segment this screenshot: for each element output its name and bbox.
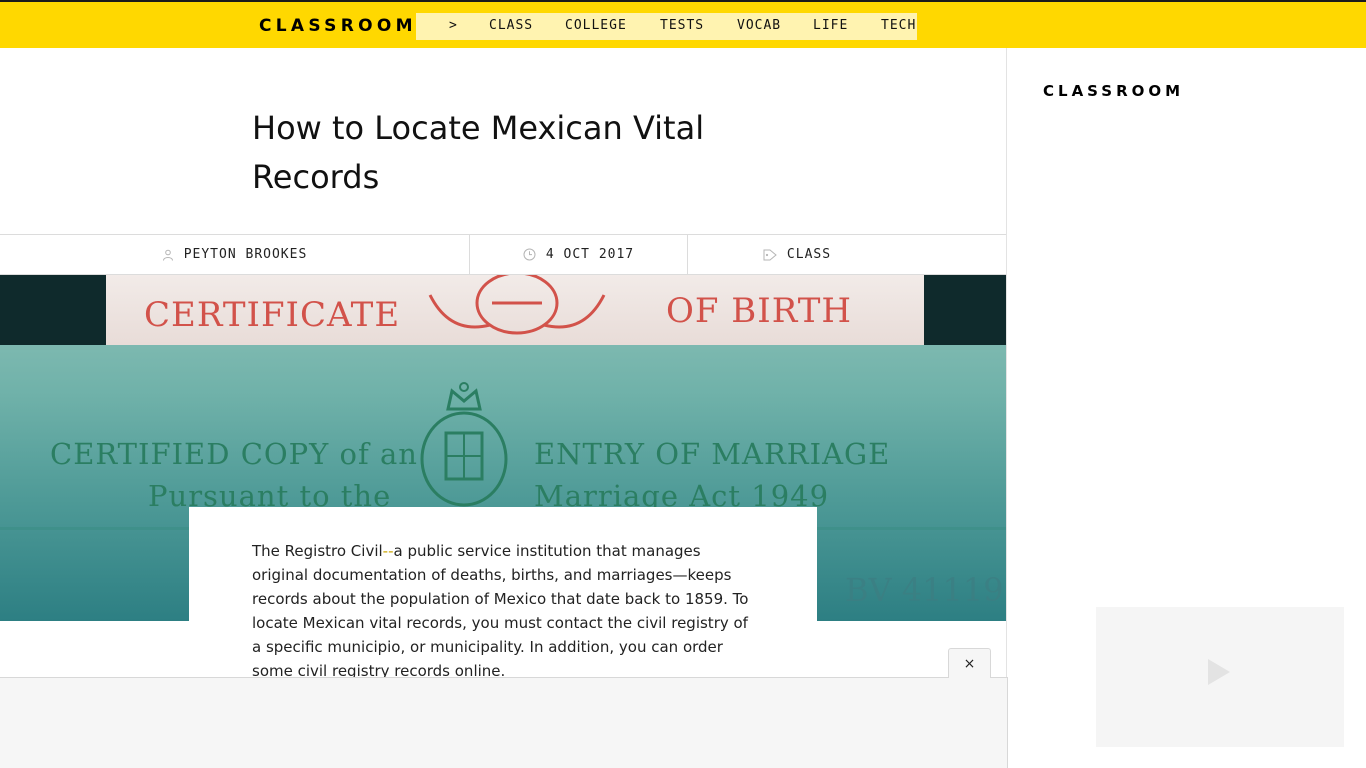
intro-dash: -- [382, 542, 394, 560]
hero-dark-right [924, 275, 1006, 345]
clock-icon [523, 248, 536, 261]
hero-text-certificate: CERTIFICATE [144, 295, 401, 335]
page-title: How to Locate Mexican Vital Records [252, 109, 705, 196]
hero-text-of-birth: OF BIRTH [666, 291, 853, 331]
meta-author[interactable]: PEYTON BROOKES [0, 235, 469, 274]
article-meta: PEYTON BROOKES 4 OCT 2017 CLASS [0, 234, 1006, 275]
person-icon [162, 249, 173, 261]
author-name[interactable]: PEYTON BROOKES [184, 247, 308, 262]
nav-item-vocab[interactable]: VOCAB [737, 18, 781, 33]
crest-icon [428, 275, 606, 335]
nav-item-tests[interactable]: TESTS [660, 18, 704, 33]
nav-item-college[interactable]: COLLEGE [565, 18, 627, 33]
sidebar-divider [1006, 48, 1007, 768]
nav-item-tech[interactable]: TECH [881, 18, 916, 33]
hero-text-certified-copy: CERTIFIED COPY of an [50, 437, 418, 471]
nav-item-class[interactable]: CLASS [489, 18, 533, 33]
publish-date: 4 OCT 2017 [545, 247, 635, 262]
intro-rest: a public service institution that manage… [252, 542, 749, 680]
top-bar: CLASSROOM > CLASS COLLEGE TESTS VOCAB LI… [0, 0, 1366, 48]
site-logo[interactable]: CLASSROOM [259, 16, 417, 36]
meta-category[interactable]: CLASS [688, 235, 906, 274]
sidebar-logo[interactable]: CLASSROOM [1043, 82, 1184, 100]
category-label[interactable]: CLASS [787, 247, 831, 262]
intro-lead: The Registro Civil [252, 542, 383, 560]
hero-serial-number: BV 41119 [845, 571, 1004, 609]
nav-item-life[interactable]: LIFE [813, 18, 848, 33]
category-nav: > CLASS COLLEGE TESTS VOCAB LIFE TECH [416, 13, 917, 40]
close-ad-button[interactable]: × [948, 648, 991, 678]
royal-crest-icon [420, 382, 508, 507]
bottom-ad-banner[interactable] [0, 677, 1008, 768]
hero-text-entry-of-marriage: ENTRY OF MARRIAGE [534, 437, 891, 471]
nav-chevron[interactable]: > [449, 18, 458, 33]
tag-icon [763, 249, 777, 260]
article-intro: The Registro Civil--a public service ins… [252, 539, 752, 683]
play-icon[interactable] [1208, 659, 1230, 685]
meta-date: 4 OCT 2017 [470, 235, 687, 274]
hero-dark-left [0, 275, 106, 345]
video-player[interactable] [1096, 607, 1344, 747]
